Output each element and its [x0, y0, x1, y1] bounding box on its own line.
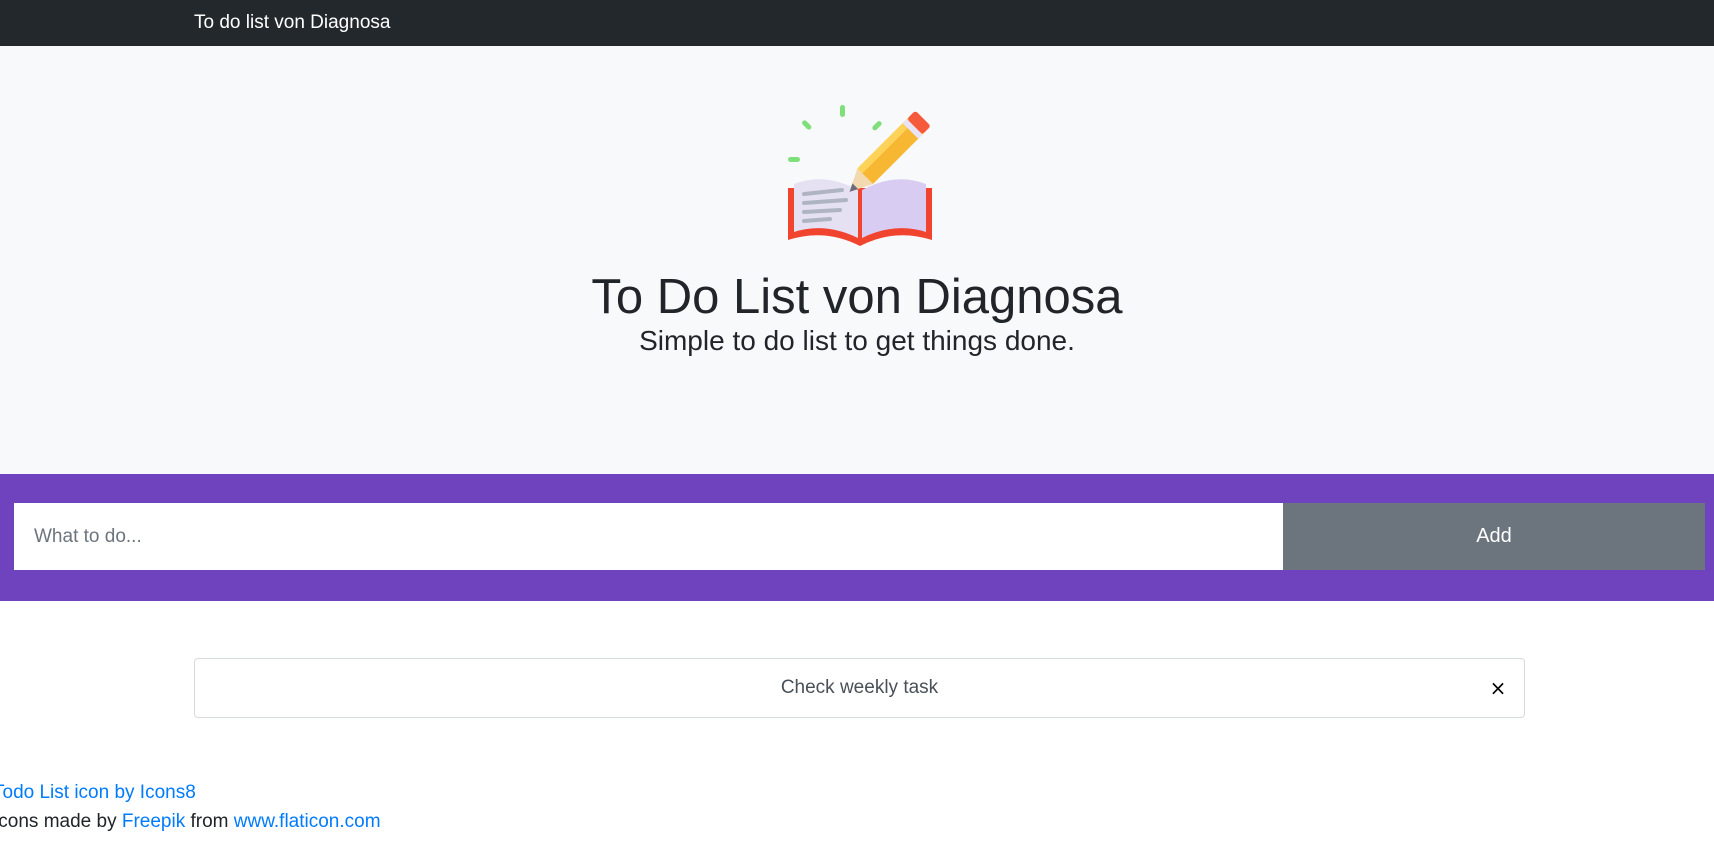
credit-line-flaticon: Icons made by Freepik from www.flaticon.…	[0, 807, 381, 836]
navbar: To do list von Diagnosa	[0, 0, 1714, 46]
credit-line-icons8: Todo List icon by Icons8	[0, 778, 381, 807]
page-subtitle: Simple to do list to get things done.	[639, 325, 1075, 356]
add-button[interactable]: Add	[1283, 503, 1705, 570]
task-input[interactable]	[14, 503, 1283, 570]
add-task-form: Add	[0, 474, 1714, 601]
navbar-brand[interactable]: To do list von Diagnosa	[194, 11, 390, 35]
credits: Todo List icon by Icons8 Icons made by F…	[0, 778, 381, 836]
todo-item[interactable]: Check weekly task ×	[194, 658, 1525, 718]
credit-prefix: Icons made by	[0, 811, 122, 832]
flaticon-link[interactable]: www.flaticon.com	[234, 811, 381, 832]
page-title: To Do List von Diagnosa	[591, 270, 1123, 324]
icons8-credit-link[interactable]: Todo List icon by Icons8	[0, 782, 196, 803]
delete-todo-button[interactable]: ×	[1486, 676, 1510, 700]
todo-item-text: Check weekly task	[780, 677, 939, 698]
open-book-with-pencil-icon	[788, 105, 932, 246]
credit-middle: from	[185, 811, 234, 832]
hero-section: To Do List von Diagnosa Simple to do lis…	[0, 46, 1714, 475]
freepik-link[interactable]: Freepik	[122, 811, 185, 832]
todo-list: Check weekly task ×	[194, 658, 1525, 718]
